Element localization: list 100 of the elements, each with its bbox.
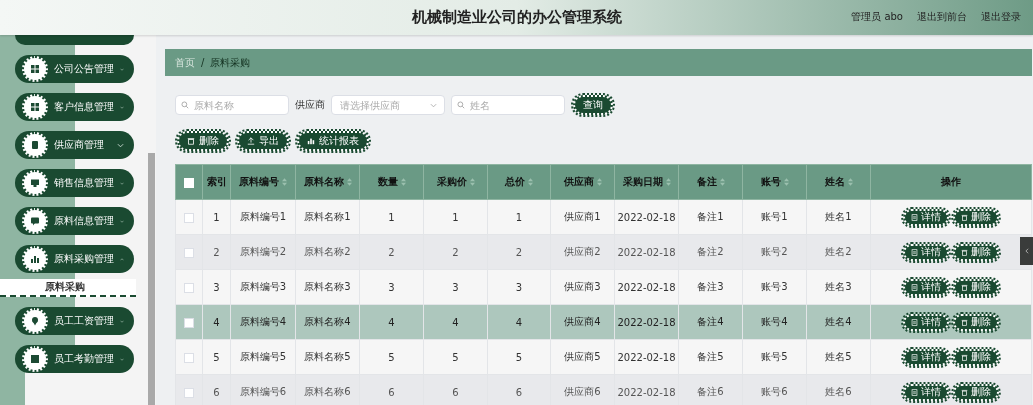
delete-button[interactable]: 删除 — [953, 208, 999, 226]
table-cell: 6 — [359, 374, 424, 405]
details-button[interactable]: 详情 — [903, 383, 949, 401]
sidebar-item[interactable]: 原料采购管理 — [15, 245, 134, 273]
table-cell: 2022-02-18 — [614, 234, 679, 270]
column-header[interactable]: 供应商 — [550, 164, 615, 200]
table-cell: 姓名5 — [806, 339, 871, 375]
table-cell: 账号2 — [742, 234, 807, 270]
table-cell: 5 — [487, 339, 551, 375]
submenu-item[interactable]: 原料采购 — [0, 279, 136, 297]
table-cell: 4 — [487, 304, 551, 340]
table-cell: 姓名4 — [806, 304, 871, 340]
table-cell: 2022-02-18 — [614, 374, 679, 405]
search-field[interactable]: 原料名称 — [175, 95, 289, 115]
table-cell: 供应商2 — [550, 234, 615, 270]
filter-label: 供应商 — [295, 98, 325, 112]
table-cell: 供应商6 — [550, 374, 615, 405]
table-cell: 2022-02-18 — [614, 199, 679, 235]
table-cell: 原料编号6 — [230, 374, 296, 405]
details-button[interactable]: 详情 — [903, 348, 949, 366]
table-cell: 3 — [359, 269, 424, 305]
table-cell: 2022-02-18 — [614, 269, 679, 305]
column-header[interactable]: 总价 — [487, 164, 551, 200]
sidebar-item[interactable]: 员工工资管理 — [15, 307, 134, 335]
column-header[interactable]: 索引 — [202, 164, 231, 200]
table-cell: 2 — [487, 234, 551, 270]
delete-button[interactable]: 删除 — [953, 243, 999, 261]
table-cell: 2022-02-18 — [614, 339, 679, 375]
details-button[interactable]: 详情 — [903, 208, 949, 226]
column-header[interactable]: 账号 — [742, 164, 807, 200]
table-cell: 2 — [423, 234, 488, 270]
toolbar-button[interactable]: 删除 — [177, 131, 229, 151]
sidebar-item[interactable]: 客户信息管理 — [15, 93, 134, 121]
sidebar-item[interactable]: 原料信息管理 — [15, 207, 134, 235]
table-cell: 原料名称6 — [295, 374, 360, 405]
supplier-select[interactable]: 请选择供应商 — [331, 95, 445, 115]
sidebar-item[interactable]: 销售信息管理 — [15, 169, 134, 197]
table-cell: 1 — [423, 199, 488, 235]
table-cell: 原料编号2 — [230, 234, 296, 270]
table-cell: 备注2 — [678, 234, 743, 270]
column-header[interactable]: 操作 — [870, 164, 1032, 200]
column-header[interactable]: 数量 — [359, 164, 424, 200]
table-cell: 备注1 — [678, 199, 743, 235]
toolbar-button[interactable]: 统计报表 — [297, 131, 369, 151]
sidebar-item[interactable]: 供应商管理 — [15, 131, 134, 159]
table-cell: 原料编号5 — [230, 339, 296, 375]
breadcrumb-separator: / — [201, 57, 205, 68]
table-cell: 5 — [359, 339, 424, 375]
table-cell: 备注3 — [678, 269, 743, 305]
table-cell: 供应商1 — [550, 199, 615, 235]
table-cell: 姓名3 — [806, 269, 871, 305]
table-cell: 2 — [359, 234, 424, 270]
table-cell: 账号3 — [742, 269, 807, 305]
details-button[interactable]: 详情 — [903, 278, 949, 296]
table-cell: 备注5 — [678, 339, 743, 375]
column-header[interactable]: 原料名称 — [295, 164, 360, 200]
column-header[interactable]: 备注 — [678, 164, 743, 200]
table-cell: 账号6 — [742, 374, 807, 405]
breadcrumb-item: 原料采购 — [210, 55, 251, 70]
delete-button[interactable]: 删除 — [953, 313, 999, 331]
delete-button[interactable]: 删除 — [953, 278, 999, 296]
table-cell: 3 — [423, 269, 488, 305]
app-title: 机械制造业公司的办公管理系统 — [411, 8, 622, 27]
table-cell: 原料编号1 — [230, 199, 296, 235]
column-header[interactable]: 原料编号 — [230, 164, 296, 200]
table-cell: 1 — [359, 199, 424, 235]
header-link[interactable]: 退出登录 — [981, 10, 1021, 24]
sidebar-item[interactable]: 公司公告管理 — [15, 55, 134, 83]
header-link[interactable]: 退出到前台 — [917, 10, 967, 24]
table-cell: 供应商3 — [550, 269, 615, 305]
table-cell: 1 — [487, 199, 551, 235]
table-cell: 备注4 — [678, 304, 743, 340]
search-field[interactable]: 姓名 — [451, 95, 565, 115]
table-cell: 6 — [423, 374, 488, 405]
column-header[interactable]: 采购日期 — [614, 164, 679, 200]
table-cell: 备注6 — [678, 374, 743, 405]
column-header[interactable]: 姓名 — [806, 164, 871, 200]
table-cell: 供应商5 — [550, 339, 615, 375]
table-cell: 5 — [423, 339, 488, 375]
search-button[interactable]: 查询 — [573, 95, 613, 115]
toolbar-button[interactable]: 导出 — [237, 131, 289, 151]
header-link[interactable]: 管理员 abo — [851, 10, 903, 24]
table-cell: 账号1 — [742, 199, 807, 235]
column-header[interactable]: 采购价 — [423, 164, 488, 200]
table-cell: 原料编号4 — [230, 304, 296, 340]
table-cell: 姓名6 — [806, 374, 871, 405]
table-cell: 原料名称2 — [295, 234, 360, 270]
table-cell: 姓名2 — [806, 234, 871, 270]
table-cell: 原料名称4 — [295, 304, 360, 340]
table-cell: 3 — [487, 269, 551, 305]
table-cell: 原料名称3 — [295, 269, 360, 305]
delete-button[interactable]: 删除 — [953, 348, 999, 366]
sidebar-item[interactable]: 员工考勤管理 — [15, 345, 134, 373]
details-button[interactable]: 详情 — [903, 313, 949, 331]
delete-button[interactable]: 删除 — [953, 383, 999, 401]
details-button[interactable]: 详情 — [903, 243, 949, 261]
table-cell: 原料名称5 — [295, 339, 360, 375]
table-cell: 4 — [359, 304, 424, 340]
table-cell: 原料名称1 — [295, 199, 360, 235]
table-cell: 4 — [423, 304, 488, 340]
